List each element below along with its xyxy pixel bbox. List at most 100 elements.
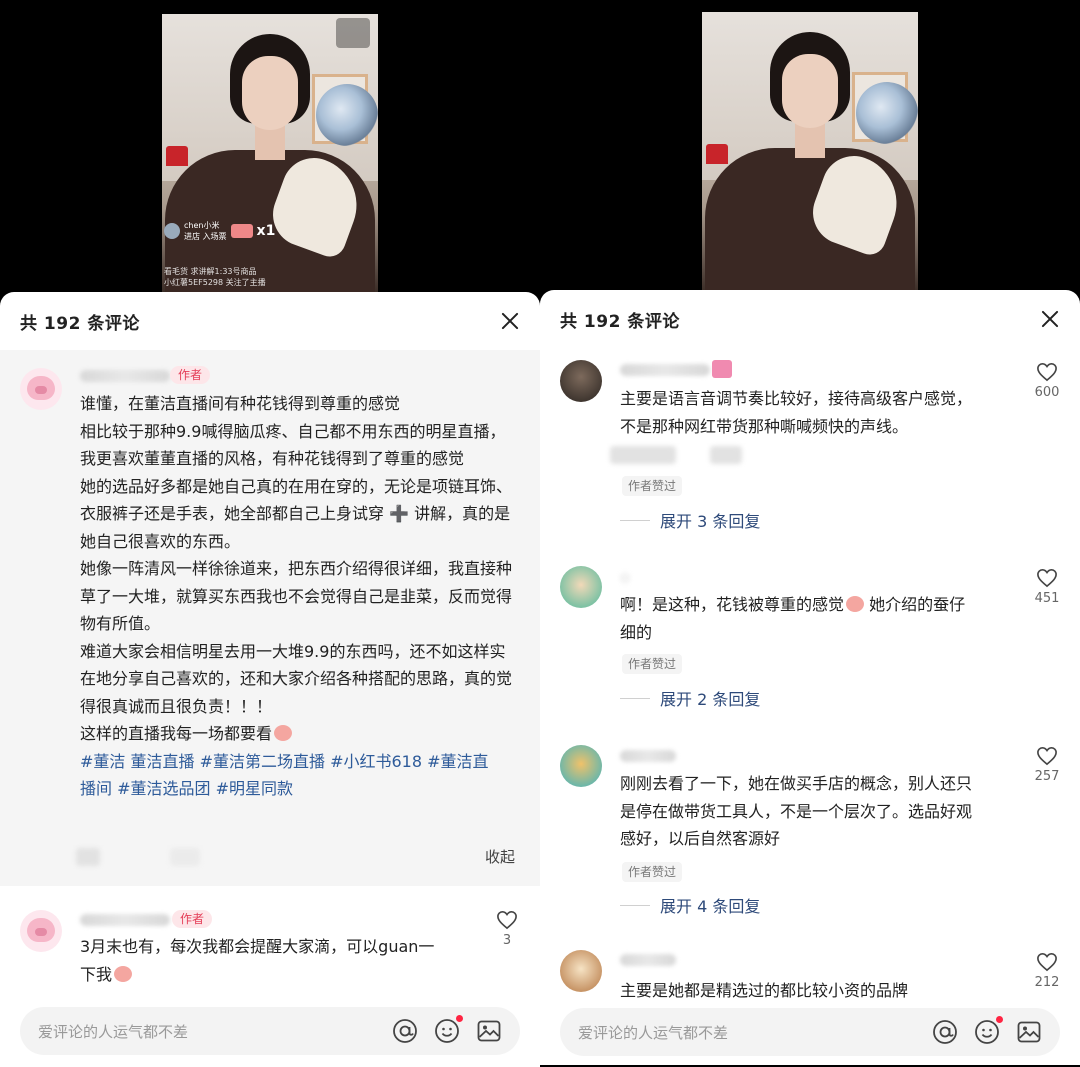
sheet-header: 共 192 条评论 xyxy=(540,290,1080,348)
username-blurred[interactable] xyxy=(620,364,710,376)
comment-paragraph: 谁懂，在董洁直播间有种花钱得到尊重的感觉 xyxy=(80,394,401,413)
username-blurred[interactable] xyxy=(620,572,630,584)
gift-hud: chen小米 进店 入场票 x1 xyxy=(164,220,275,242)
close-icon[interactable] xyxy=(1038,307,1062,331)
like-control[interactable]: 600 xyxy=(1027,362,1067,400)
at-icon[interactable] xyxy=(932,1019,958,1045)
comment-line-with-emoji: 下我 xyxy=(80,961,480,989)
like-control[interactable]: 451 xyxy=(1027,568,1067,606)
input-toolbar xyxy=(932,1016,1042,1045)
divider-line xyxy=(620,904,650,906)
avatar[interactable] xyxy=(560,950,602,992)
avatar[interactable] xyxy=(560,745,602,787)
pinned-comment[interactable]: 作者 谁懂，在董洁直播间有种花钱得到尊重的感觉 相比较于那种9.9喊得脑瓜疼、自… xyxy=(0,350,540,886)
at-icon[interactable] xyxy=(392,1018,418,1044)
blurred-meta xyxy=(710,446,742,464)
comment-line: 细的 xyxy=(620,622,653,642)
screenshot-canvas: chen小米 进店 入场票 x1 看毛货 求讲解1:33号商品 小红薯5EF529… xyxy=(0,0,1080,1067)
comment-paragraph: 她的选品好多都是她自己真的在用在穿的，无论是项链耳饰、衣服裤子还是手表，她全部都… xyxy=(80,476,513,551)
blurred-meta xyxy=(610,446,676,464)
author-liked-badge: 作者赞过 xyxy=(622,862,683,882)
close-icon[interactable] xyxy=(498,309,522,333)
sheet-header: 共 192 条评论 xyxy=(0,292,540,350)
image-icon[interactable] xyxy=(476,1018,502,1044)
expand-label: 展开 3 条回复 xyxy=(660,512,761,531)
like-count: 3 xyxy=(502,933,512,948)
comment-paragraph: 相比较于那种9.9喊得脑瓜疼、自己都不用东西的明星直播，我更喜欢董董直播的风格，… xyxy=(80,421,506,469)
emoji-icon xyxy=(846,596,865,612)
hashtags-line[interactable]: 播间 #董洁选品团 #明星同款 xyxy=(80,775,520,803)
comment-paragraph: 难道大家会相信明星去用一大堆9.9的东西吗，还不如这样实在地分享自己喜欢的，还和… xyxy=(80,641,513,716)
emoji-icon xyxy=(274,725,293,741)
like-control[interactable]: 257 xyxy=(1027,746,1067,784)
video-lamp xyxy=(706,144,728,164)
username-blurred[interactable] xyxy=(620,954,676,966)
like-count: 600 xyxy=(1034,385,1060,400)
heart-icon[interactable] xyxy=(496,910,518,930)
video-host xyxy=(165,34,375,292)
emoji-icon[interactable] xyxy=(974,1016,1003,1045)
comment-line: 主要是语言音调节奏比较好，接待高级客户感觉， xyxy=(620,389,973,408)
comment-count-title: 共 192 条评论 xyxy=(20,313,140,334)
comment-body: 主要是语言音调节奏比较好，接待高级客户感觉， 不是那种网红带货那种嘶喊频快的声线… xyxy=(620,385,1020,440)
viewer-avatar xyxy=(164,223,180,239)
heart-icon[interactable] xyxy=(1036,746,1058,766)
comment-input-bar[interactable]: 爱评论的人运气都不差 xyxy=(560,1008,1060,1056)
ticker-line-2: 小红薯5EF5298 关注了主播 xyxy=(164,278,266,287)
expand-label: 展开 2 条回复 xyxy=(660,690,761,709)
image-icon[interactable] xyxy=(1016,1019,1042,1045)
heart-icon[interactable] xyxy=(1036,568,1058,588)
collapse-button[interactable]: 收起 xyxy=(485,846,515,867)
avatar[interactable] xyxy=(20,368,62,410)
divider-line xyxy=(620,519,650,521)
avatar[interactable] xyxy=(560,360,602,402)
comment-line: 刚刚去看了一下，她在做买手店的概念，别人还只 xyxy=(620,774,973,793)
expand-replies-button[interactable]: 展开 4 条回复 xyxy=(620,893,760,917)
comment-line-with-emoji: 啊！是这种，花钱被尊重的感觉 她介绍的蚕仔 xyxy=(620,595,966,614)
left-phone-panel: chen小米 进店 入场票 x1 看毛货 求讲解1:33号商品 小红薯5EF529… xyxy=(0,0,540,1067)
like-control[interactable]: 3 xyxy=(487,910,527,948)
author-badge: 作者 xyxy=(172,910,213,928)
shopping-bag-icon xyxy=(712,360,732,378)
username-blurred[interactable] xyxy=(80,370,170,382)
comment-input-bar[interactable]: 爱评论的人运气都不差 xyxy=(20,1007,520,1055)
heart-icon[interactable] xyxy=(1036,362,1058,382)
like-count: 257 xyxy=(1034,769,1060,784)
divider-line xyxy=(620,697,650,699)
input-toolbar xyxy=(392,1015,502,1044)
right-phone-panel: 共 192 条评论 主要是语言音调节奏比较好，接待高级客户感觉， 不是那种网红带… xyxy=(540,0,1080,1067)
like-count: 451 xyxy=(1034,591,1060,606)
host-sweater xyxy=(705,148,915,292)
blurred-meta xyxy=(76,848,100,866)
author-liked-badge: 作者赞过 xyxy=(622,654,683,674)
comment-line: 感好，以后自然客源好 xyxy=(620,829,781,848)
comment-sheet-left: 共 192 条评论 作者 谁懂，在董洁直播间有种花钱得到尊重的感觉 相比较于那种… xyxy=(0,292,540,1067)
author-liked-badge: 作者赞过 xyxy=(622,476,683,496)
expand-label: 展开 4 条回复 xyxy=(660,897,761,916)
video-top-badge xyxy=(336,18,370,48)
host-face xyxy=(242,56,298,130)
hud-user: chen小米 进店 入场票 xyxy=(184,221,227,241)
like-control[interactable]: 212 xyxy=(1027,952,1067,990)
live-video-right[interactable] xyxy=(702,12,918,292)
comment-body: 啊！是这种，花钱被尊重的感觉 她介绍的蚕仔 细的 xyxy=(620,591,1020,646)
comment-input[interactable]: 爱评论的人运气都不差 xyxy=(578,1022,932,1043)
live-ticker: 看毛货 求讲解1:33号商品 小红薯5EF5298 关注了主播 xyxy=(164,266,266,288)
username-blurred[interactable] xyxy=(80,914,170,926)
comment-body: 主要是她都是精选过的都比较小资的品牌 xyxy=(620,977,1020,1005)
live-video-left[interactable]: chen小米 进店 入场票 x1 看毛货 求讲解1:33号商品 小红薯5EF529… xyxy=(162,14,378,292)
avatar[interactable] xyxy=(560,566,602,608)
hashtags-line[interactable]: #董洁 董洁直播 #董洁第二场直播 #小红书618 #董洁直 xyxy=(80,748,520,776)
gift-icon xyxy=(230,224,253,238)
comment-line: 主要是她都是精选过的都比较小资的品牌 xyxy=(620,981,909,1000)
emoji-icon[interactable] xyxy=(434,1015,463,1044)
comment-body: 谁懂，在董洁直播间有种花钱得到尊重的感觉 相比较于那种9.9喊得脑瓜疼、自己都不… xyxy=(80,390,520,803)
expand-replies-button[interactable]: 展开 2 条回复 xyxy=(620,686,760,710)
expand-replies-button[interactable]: 展开 3 条回复 xyxy=(620,508,760,532)
comment-input[interactable]: 爱评论的人运气都不差 xyxy=(38,1021,392,1042)
heart-icon[interactable] xyxy=(1036,952,1058,972)
avatar[interactable] xyxy=(20,910,62,952)
username-blurred[interactable] xyxy=(620,750,676,762)
emoji-icon xyxy=(114,965,133,982)
comment-body: 刚刚去看了一下，她在做买手店的概念，别人还只 是停在做带货工具人，不是一个层次了… xyxy=(620,770,1020,853)
